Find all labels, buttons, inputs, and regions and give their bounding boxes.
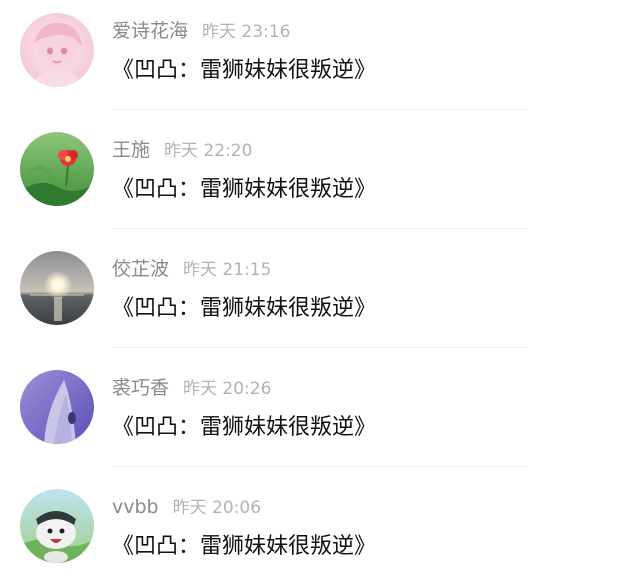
comment-item[interactable]: 裘巧香 昨天 20:26 《凹凸：雷狮妹妹很叛逆》 <box>0 357 640 476</box>
red-flower-avatar-icon[interactable] <box>20 132 94 206</box>
purple-wave-avatar-icon[interactable] <box>20 370 94 444</box>
comment-meta: 佼芷波 昨天 21:15 <box>112 256 271 282</box>
anime-girl-avatar-icon[interactable] <box>20 13 94 87</box>
sunset-sea-avatar-icon[interactable] <box>20 251 94 325</box>
divider <box>112 347 528 348</box>
timestamp: 昨天 20:06 <box>172 498 262 518</box>
comment-meta: 爱诗花海 昨天 23:16 <box>112 18 290 44</box>
timestamp: 昨天 21:15 <box>183 260 272 280</box>
timestamp: 昨天 22:20 <box>164 141 253 161</box>
cartoon-character-avatar-icon[interactable] <box>20 489 94 563</box>
comment-text: 《凹凸：雷狮妹妹很叛逆》 <box>112 177 377 202</box>
divider <box>112 466 528 467</box>
comment-meta: 王施 昨天 22:20 <box>112 137 252 163</box>
comment-meta: 裘巧香 昨天 20:26 <box>112 375 271 401</box>
comment-list: 爱诗花海 昨天 23:16 《凹凸：雷狮妹妹很叛逆》 王施 昨天 22:20 《… <box>0 0 640 578</box>
timestamp: 昨天 23:16 <box>202 22 291 42</box>
comment-text: 《凹凸：雷狮妹妹很叛逆》 <box>112 296 377 321</box>
divider <box>112 228 528 229</box>
comment-item[interactable]: vvbb 昨天 20:06 《凹凸：雷狮妹妹很叛逆》 <box>0 476 640 578</box>
comment-item[interactable]: 王施 昨天 22:20 《凹凸：雷狮妹妹很叛逆》 <box>0 119 640 238</box>
comment-item[interactable]: 爱诗花海 昨天 23:16 《凹凸：雷狮妹妹很叛逆》 <box>0 0 640 119</box>
comment-text: 《凹凸：雷狮妹妹很叛逆》 <box>112 58 377 83</box>
username[interactable]: 裘巧香 <box>112 377 169 399</box>
divider <box>112 109 528 110</box>
comment-text: 《凹凸：雷狮妹妹很叛逆》 <box>112 534 377 559</box>
comment-item[interactable]: 佼芷波 昨天 21:15 《凹凸：雷狮妹妹很叛逆》 <box>0 238 640 357</box>
comment-meta: vvbb 昨天 20:06 <box>112 494 261 520</box>
username[interactable]: 爱诗花海 <box>112 20 188 42</box>
username[interactable]: 佼芷波 <box>112 258 169 280</box>
comment-text: 《凹凸：雷狮妹妹很叛逆》 <box>112 415 377 440</box>
username[interactable]: 王施 <box>112 139 150 161</box>
timestamp: 昨天 20:26 <box>183 379 272 399</box>
username[interactable]: vvbb <box>112 496 159 518</box>
